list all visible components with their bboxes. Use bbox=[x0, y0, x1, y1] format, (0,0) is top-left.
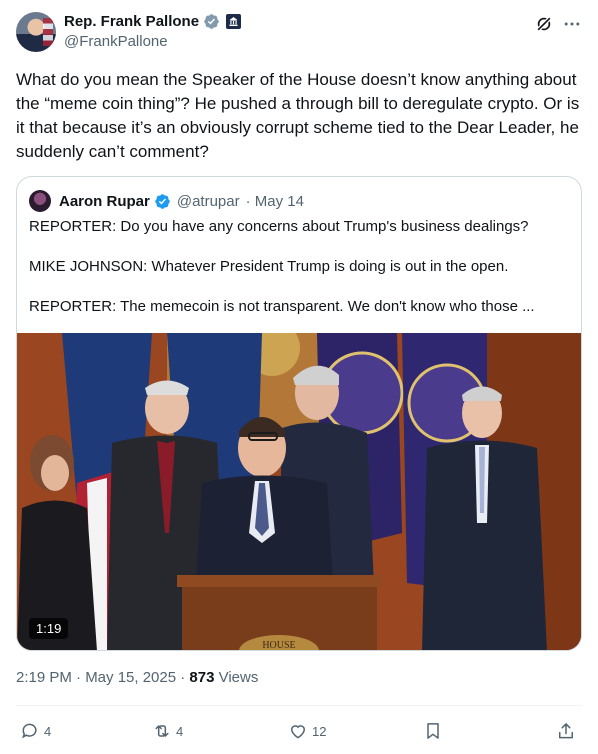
author-display-name[interactable]: Rep. Frank Pallone bbox=[64, 13, 199, 30]
action-bar: 4 4 12 bbox=[16, 716, 582, 746]
verified-badge-icon bbox=[204, 14, 219, 29]
quoted-author-handle: @atrupar bbox=[176, 192, 240, 210]
reply-icon bbox=[22, 723, 37, 739]
quoted-tweet-text: REPORTER: Do you have any concerns about… bbox=[29, 217, 569, 337]
bookmark-icon bbox=[427, 723, 439, 739]
grok-icon[interactable] bbox=[534, 14, 554, 34]
like-button[interactable]: 12 bbox=[288, 716, 326, 746]
quoted-line: MIKE JOHNSON: Whatever President Trump i… bbox=[29, 258, 509, 275]
more-options-icon[interactable] bbox=[562, 14, 582, 34]
quoted-author-avatar bbox=[29, 190, 51, 212]
views-count: 873 bbox=[189, 669, 215, 686]
quoted-tweet-header: Aaron Rupar @atrupar · May 14 bbox=[29, 190, 304, 212]
tweet-timestamp[interactable]: 2:19 PM · May 15, 2025 · bbox=[16, 669, 189, 686]
video-player[interactable]: HOUSE 1:19 bbox=[17, 333, 581, 651]
views-label: Views bbox=[214, 669, 259, 686]
repost-icon bbox=[155, 725, 169, 737]
quoted-line: REPORTER: Do you have any concerns about… bbox=[29, 218, 529, 235]
tweet-meta: 2:19 PM · May 15, 2025 · 873 Views bbox=[16, 669, 258, 686]
verified-badge-icon bbox=[155, 193, 170, 209]
share-icon bbox=[559, 723, 573, 739]
repost-count: 4 bbox=[176, 723, 184, 739]
reply-button[interactable]: 4 bbox=[20, 716, 51, 746]
quoted-author-name: Aaron Rupar bbox=[59, 192, 150, 210]
share-button[interactable] bbox=[556, 716, 576, 746]
video-duration-badge: 1:19 bbox=[29, 618, 69, 639]
quoted-tweet[interactable]: Aaron Rupar @atrupar · May 14 REPORTER: … bbox=[16, 176, 582, 651]
government-badge-icon bbox=[226, 14, 242, 29]
reply-count: 4 bbox=[44, 723, 52, 739]
quoted-tweet-date: · May 14 bbox=[245, 192, 304, 210]
author-avatar[interactable] bbox=[16, 12, 56, 52]
repost-button[interactable]: 4 bbox=[152, 716, 183, 746]
author-name-row: Rep. Frank Pallone bbox=[64, 13, 242, 30]
tweet-header: Rep. Frank Pallone @FrankPallone bbox=[16, 12, 582, 56]
quoted-line: REPORTER: The memecoin is not transparen… bbox=[29, 298, 535, 315]
bookmark-button[interactable] bbox=[423, 716, 443, 746]
author-handle[interactable]: @FrankPallone bbox=[64, 33, 168, 50]
like-count: 12 bbox=[312, 723, 327, 739]
heart-icon bbox=[290, 725, 306, 739]
tweet-text: What do you mean the Speaker of the Hous… bbox=[16, 70, 580, 161]
podium-seal-text: HOUSE bbox=[262, 640, 295, 651]
divider bbox=[16, 705, 582, 706]
video-thumbnail: HOUSE bbox=[17, 333, 581, 651]
